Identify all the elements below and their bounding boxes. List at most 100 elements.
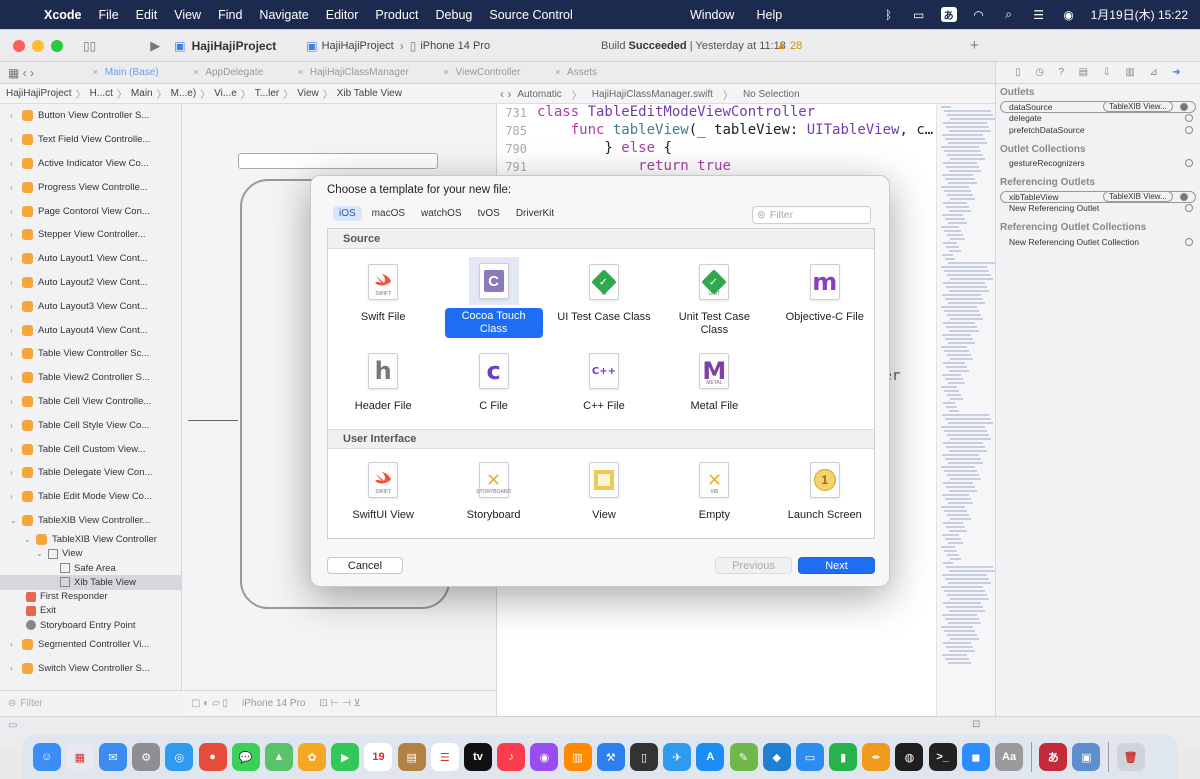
outline-scene-item[interactable]: › Auto Layout2 View Cont...	[0, 271, 181, 295]
scene-dock[interactable]	[238, 153, 438, 169]
tab-macos[interactable]: macOS	[366, 206, 411, 221]
dock-system-settings-icon[interactable]: ⚙	[132, 743, 161, 771]
menu-product[interactable]: Product	[375, 8, 418, 22]
connection-circle-icon[interactable]	[1180, 102, 1188, 111]
menu-view[interactable]: View	[174, 8, 201, 22]
dock-chrome-icon[interactable]: ●	[198, 743, 227, 771]
dock-podcasts-icon[interactable]: ◉	[530, 743, 559, 771]
chevron-right-icon[interactable]: ›	[10, 135, 22, 144]
outline-entry-point-item[interactable]: Storyboard Entry Point	[0, 618, 181, 632]
dock-photos-icon[interactable]: ✿	[298, 743, 327, 771]
attributes-inspector-icon[interactable]: ⇩	[1103, 67, 1111, 78]
outline-scene-item[interactable]: › Segmented Controller Vi...	[0, 632, 181, 656]
layout-icon[interactable]: ▢ ◐ ▱ ▯	[191, 698, 228, 709]
grid-icon[interactable]: ▦ ‹ ›	[8, 66, 34, 80]
connection-circle-icon[interactable]	[1185, 237, 1193, 246]
history-inspector-icon[interactable]: ◷	[1035, 67, 1044, 78]
chevron-right-icon[interactable]: ›	[10, 302, 22, 311]
warning-badge[interactable]: ▲ 28	[776, 40, 802, 52]
chevron-right-icon[interactable]: ›	[10, 664, 22, 673]
dock-preview-icon[interactable]: ▣	[1072, 743, 1101, 771]
dock-testflight-icon[interactable]: ✈	[663, 743, 692, 771]
add-icon[interactable]: +	[970, 37, 979, 54]
chevron-down-icon[interactable]: ⌄	[36, 549, 48, 558]
dock-simulator-icon[interactable]: ▯	[629, 743, 658, 771]
menu-navigate[interactable]: Navigate	[259, 8, 308, 22]
connection-circle-icon[interactable]	[1185, 159, 1193, 168]
code-line[interactable]: 731 class TableEditModeViewController	[497, 104, 936, 122]
dock-pages-icon[interactable]: ✒	[862, 743, 891, 771]
outline-view-item[interactable]: ⌄ View	[0, 547, 181, 561]
template-item[interactable]: m Objective-C File	[770, 251, 880, 338]
tab-watchos[interactable]: watchOS	[415, 206, 468, 221]
chevron-right-icon[interactable]: ›	[10, 373, 22, 382]
collection-gesture-recognizers[interactable]: gestureRecognizers	[996, 158, 1200, 170]
chevron-right-icon[interactable]: ›	[10, 159, 22, 168]
size-inspector-icon[interactable]: ▥	[1125, 67, 1134, 78]
outline-scene-item[interactable]: › Auto Layout4 View Cont...	[0, 318, 181, 342]
code-line[interactable]: 790 } else {	[497, 140, 936, 158]
breadcrumb-item[interactable]: T...ler	[255, 88, 279, 99]
tab-assets[interactable]: Assets	[542, 67, 619, 78]
tab-viewcontroller[interactable]: ViewController	[431, 67, 543, 78]
menu-editor[interactable]: Editor	[326, 8, 359, 22]
outline-scene-item[interactable]: › Table Edit Mode View Co...	[0, 485, 181, 509]
file-inspector-icon[interactable]: ▯	[1015, 67, 1021, 78]
outline-xib-table-view-item[interactable]: Xib Table View	[0, 575, 181, 590]
bluetooth-icon[interactable]: ᛒ	[881, 8, 897, 22]
editor-crumb-automatic[interactable]: Automatic	[517, 89, 561, 100]
template-item[interactable]: ✓ UI UI Test Case Class	[549, 251, 659, 338]
dock-keynote-icon[interactable]: ▭	[795, 743, 824, 771]
entry-point-arrow[interactable]	[188, 420, 238, 421]
outline-scene-item[interactable]: › Auto Layout3 View Cont...	[0, 294, 181, 318]
outlet-target[interactable]: TableXIB View...	[1103, 101, 1173, 113]
dock-trash-icon[interactable]: 🗑	[1116, 743, 1145, 771]
dock-notes-brown-icon[interactable]: ▤	[397, 743, 426, 771]
dock-vscode-icon[interactable]: ◆	[762, 743, 791, 771]
dock-safari-icon[interactable]: ◎	[165, 743, 194, 771]
outlet-prefetch[interactable]: prefetchDataSource	[996, 124, 1200, 136]
template-item[interactable]: ✕ XIB Empty	[659, 449, 769, 536]
dock-calendar-icon[interactable]: 19	[364, 743, 393, 771]
dock-terminal-icon[interactable]: >_	[928, 743, 957, 771]
tab-tvos[interactable]: tvOS	[472, 206, 506, 221]
chevron-right-icon[interactable]: ›	[10, 492, 22, 501]
breadcrumb-item[interactable]: H...ct	[90, 88, 113, 99]
template-item[interactable]: C Cocoa Touch Class	[438, 251, 548, 338]
outline-scene-item[interactable]: › Table View2 Controller S...	[0, 366, 181, 390]
outline-scene-item[interactable]: › Button View Controller S...	[0, 104, 181, 128]
battery-icon[interactable]: ▭	[911, 8, 927, 22]
code-line[interactable]: 791 return true	[497, 158, 936, 176]
breadcrumb-item[interactable]: HajiHajiProject	[6, 88, 72, 99]
outlet-delegate[interactable]: delegate	[996, 113, 1200, 125]
breadcrumb-item[interactable]: M...e)	[171, 88, 197, 99]
tab-main-storyboard[interactable]: Main (Base)	[80, 67, 181, 78]
dock-books-icon[interactable]: ▥	[563, 743, 592, 771]
template-filter-input[interactable]: ⊜ Filter	[752, 206, 871, 224]
template-item[interactable]: SWIFT SwiftUI View	[328, 449, 438, 536]
outline-controller-item[interactable]: ⌄ TableXIB View Controller	[0, 532, 181, 546]
dock-xcode-icon[interactable]: ⚒	[596, 743, 625, 771]
outline-scene-item[interactable]: › Table Delegate View Con...	[0, 461, 181, 485]
help-inspector-icon[interactable]: ?	[1059, 67, 1065, 78]
outline-scene-item[interactable]: › Table Cell View Controlle...	[0, 390, 181, 414]
dock-numbers-icon[interactable]: ▮	[829, 743, 858, 771]
outline-scene-item[interactable]: › Active Indicator View Co...	[0, 152, 181, 176]
menu-debug[interactable]: Debug	[436, 8, 473, 22]
template-item[interactable]: View	[549, 449, 659, 536]
sidebar-toggle-icon[interactable]: ▯▯	[83, 39, 96, 53]
outline-scene-item[interactable]: › Auto Layout1 View Cont...	[0, 247, 181, 271]
dock-dictionary-icon[interactable]: Aa	[995, 743, 1024, 771]
chevron-right-icon[interactable]: ›	[10, 183, 22, 192]
zoom-window-button[interactable]	[51, 39, 63, 52]
input-method-icon[interactable]: あ	[940, 7, 957, 22]
dock-facetime-icon[interactable]: ▶	[331, 743, 360, 771]
connection-circle-icon[interactable]	[1185, 114, 1193, 123]
menu-clock[interactable]: 1月19日(木) 15:22	[1091, 6, 1188, 23]
dock-zoom-icon[interactable]: ◼	[961, 743, 990, 771]
chevron-right-icon[interactable]: ›	[10, 230, 22, 239]
tab-ios[interactable]: iOS	[333, 206, 362, 221]
breadcrumb-item[interactable]: Main	[131, 88, 153, 99]
wifi-icon[interactable]: ◠	[971, 8, 987, 22]
dock-maps-icon[interactable]: ▲	[264, 743, 293, 771]
